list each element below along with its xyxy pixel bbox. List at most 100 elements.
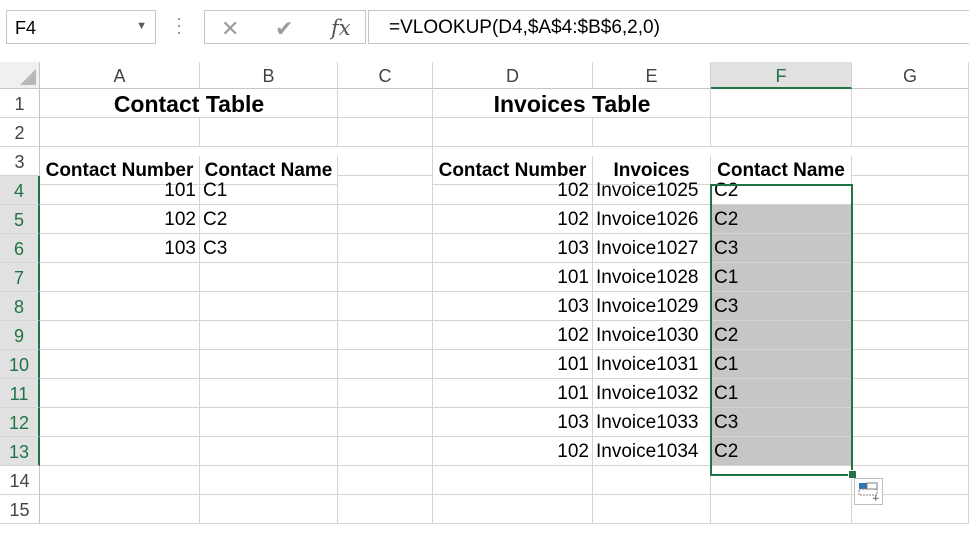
cell-D2[interactable] [433,118,593,147]
row-header-1[interactable]: 1 [0,89,40,118]
invoice-cell[interactable]: Invoice1033 [593,408,711,437]
row-header-8[interactable]: 8 [0,292,40,321]
cell-C8[interactable] [338,292,433,321]
invoice-contact-number-cell[interactable]: 102 [433,321,593,350]
cell-B9[interactable] [200,321,338,350]
cell-A7[interactable] [40,263,200,292]
cell-B11[interactable] [200,379,338,408]
cancel-x-icon[interactable]: ✕ [221,16,239,42]
invoice-contact-number-cell[interactable]: 102 [433,205,593,234]
cell-B12[interactable] [200,408,338,437]
invoice-cell[interactable]: Invoice1027 [593,234,711,263]
invoice-contact-number-cell[interactable]: 103 [433,408,593,437]
cell-A14[interactable] [40,466,200,495]
cell-A10[interactable] [40,350,200,379]
invoice-contact-number-cell[interactable]: 101 [433,379,593,408]
cell-C14[interactable] [338,466,433,495]
cell-A11[interactable] [40,379,200,408]
cell-B8[interactable] [200,292,338,321]
row-header-10[interactable]: 10 [0,350,40,379]
lookup-result-cell[interactable]: C1 [711,379,852,408]
cell-C5[interactable] [338,205,433,234]
invoice-contact-number-cell[interactable]: 102 [433,176,593,205]
chevron-down-icon[interactable]: ▼ [136,20,147,32]
invoice-cell[interactable]: Invoice1031 [593,350,711,379]
cell-G6[interactable] [852,234,969,263]
cell-D14[interactable] [433,466,593,495]
lookup-result-cell[interactable]: C2 [711,321,852,350]
column-header-f[interactable]: F [711,62,852,89]
invoice-cell[interactable]: Invoice1030 [593,321,711,350]
quick-analysis-icon[interactable]: + [854,478,883,505]
cell-C12[interactable] [338,408,433,437]
name-box[interactable]: F4 ▼ [6,10,156,44]
lookup-result-cell[interactable]: C3 [711,408,852,437]
row-header-5[interactable]: 5 [0,205,40,234]
column-header-b[interactable]: B [200,62,338,89]
invoice-cell[interactable]: Invoice1026 [593,205,711,234]
lookup-result-cell[interactable]: C3 [711,234,852,263]
cell-F15[interactable] [711,495,852,524]
invoice-contact-number-cell[interactable]: 102 [433,437,593,466]
column-header-c[interactable]: C [338,62,433,89]
row-header-7[interactable]: 7 [0,263,40,292]
cell-C4[interactable] [338,176,433,205]
cell-C6[interactable] [338,234,433,263]
lookup-result-cell[interactable]: C3 [711,292,852,321]
contact-name-cell[interactable]: C3 [200,234,338,263]
row-header-13[interactable]: 13 [0,437,40,466]
cell-A9[interactable] [40,321,200,350]
lookup-result-cell[interactable]: C1 [711,263,852,292]
cell-C1[interactable] [338,89,433,118]
invoice-contact-number-cell[interactable]: 101 [433,263,593,292]
select-all-button[interactable] [0,62,40,89]
row-header-15[interactable]: 15 [0,495,40,524]
row-header-3[interactable]: 3 [0,147,40,176]
cell-A13[interactable] [40,437,200,466]
cell-C11[interactable] [338,379,433,408]
invoice-contact-number-cell[interactable]: 103 [433,292,593,321]
column-header-g[interactable]: G [852,62,969,89]
cell-G9[interactable] [852,321,969,350]
cell-A2[interactable] [40,118,200,147]
cell-C13[interactable] [338,437,433,466]
cell-E15[interactable] [593,495,711,524]
row-header-14[interactable]: 14 [0,466,40,495]
column-header-e[interactable]: E [593,62,711,89]
enter-check-icon[interactable]: ✔ [275,16,293,42]
invoice-contact-number-cell[interactable]: 103 [433,234,593,263]
cell-G10[interactable] [852,350,969,379]
cell-G12[interactable] [852,408,969,437]
cell-C9[interactable] [338,321,433,350]
active-cell-F4[interactable]: C2 [711,176,852,205]
cell-A15[interactable] [40,495,200,524]
cell-G8[interactable] [852,292,969,321]
lookup-result-cell[interactable]: C2 [711,205,852,234]
contact-number-cell[interactable]: 103 [40,234,200,263]
cell-G2[interactable] [852,118,969,147]
cell-G4[interactable] [852,176,969,205]
cell-F2[interactable] [711,118,852,147]
cell-F14[interactable] [711,466,852,495]
row-header-4[interactable]: 4 [0,176,40,205]
contact-number-cell[interactable]: 102 [40,205,200,234]
cell-B14[interactable] [200,466,338,495]
cell-F1[interactable] [711,89,852,118]
invoice-cell[interactable]: Invoice1029 [593,292,711,321]
cell-B15[interactable] [200,495,338,524]
column-header-a[interactable]: A [40,62,200,89]
cell-D15[interactable] [433,495,593,524]
fx-icon[interactable]: fx [331,16,351,40]
contact-name-cell[interactable]: C2 [200,205,338,234]
invoice-contact-number-cell[interactable]: 101 [433,350,593,379]
cell-G1[interactable] [852,89,969,118]
row-header-12[interactable]: 12 [0,408,40,437]
formula-input[interactable]: =VLOOKUP(D4,$A$4:$B$6,2,0) [368,10,969,44]
cell-C10[interactable] [338,350,433,379]
cell-B2[interactable] [200,118,338,147]
row-header-2[interactable]: 2 [0,118,40,147]
cell-G3[interactable] [852,147,969,176]
cell-B13[interactable] [200,437,338,466]
column-header-d[interactable]: D [433,62,593,89]
invoice-cell[interactable]: Invoice1034 [593,437,711,466]
